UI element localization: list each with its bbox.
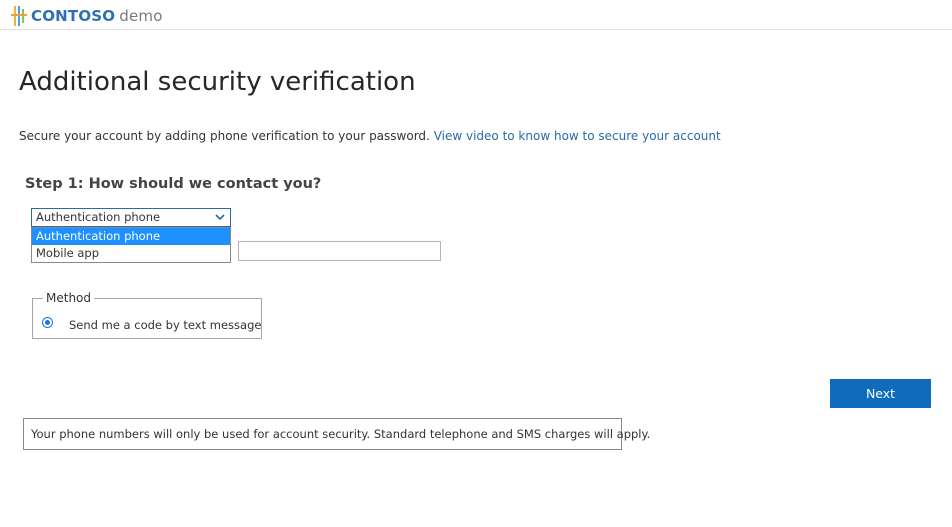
contact-method-dropdown-list: Authentication phone Mobile app [31, 227, 231, 263]
phone-number-input[interactable] [238, 241, 441, 261]
logo-suffix: demo [119, 7, 163, 25]
contact-method-select[interactable]: Authentication phone [31, 208, 231, 227]
company-logo[interactable]: CONTOSO demo [11, 6, 163, 26]
logo-company-name: CONTOSO [31, 7, 116, 25]
method-legend: Method [43, 291, 95, 305]
privacy-notice: Your phone numbers will only be used for… [23, 418, 650, 450]
top-bar: CONTOSO demo [0, 0, 952, 30]
next-button[interactable]: Next [830, 379, 931, 408]
intro-description: Secure your account by adding phone veri… [19, 129, 430, 143]
contact-method-value: Authentication phone [36, 210, 161, 224]
text-message-option-label[interactable]: Send me a code by text message [69, 318, 261, 332]
dropdown-option-mobile-app[interactable]: Mobile app [32, 245, 230, 262]
dropdown-option-authentication-phone[interactable]: Authentication phone [32, 228, 230, 245]
chevron-down-icon[interactable] [214, 211, 226, 223]
step1-heading: Step 1: How should we contact you? [25, 176, 322, 192]
page-title: Additional security verification [19, 67, 416, 97]
contoso-logo-icon [11, 6, 27, 26]
video-help-link[interactable]: View video to know how to secure your ac… [434, 129, 721, 143]
radio-selected-icon[interactable] [42, 317, 53, 328]
method-fieldset: Method Send me a code by text message [32, 291, 262, 339]
intro-text: Secure your account by adding phone veri… [19, 128, 721, 144]
